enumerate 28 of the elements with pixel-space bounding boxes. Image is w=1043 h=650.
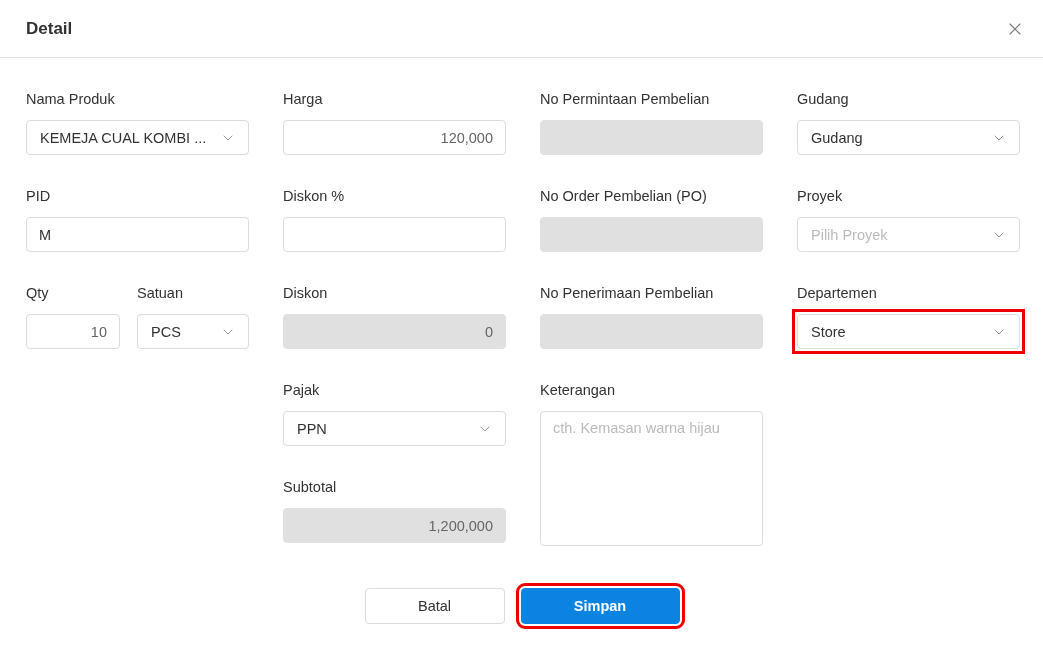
input-field[interactable]: M xyxy=(26,217,249,252)
field-label: Pajak xyxy=(283,381,320,400)
field-label: Diskon xyxy=(283,284,328,303)
number-field[interactable]: 10 xyxy=(26,314,120,349)
field-label: Nama Produk xyxy=(26,90,115,109)
number-field[interactable]: 120,000 xyxy=(283,120,506,155)
field-label: Gudang xyxy=(797,90,849,109)
field-label: Qty xyxy=(26,284,49,303)
dropdown-field[interactable]: PCS xyxy=(137,314,249,349)
field-label: No Order Pembelian (PO) xyxy=(540,187,707,206)
dropdown-field[interactable]: KEMEJA CUAL KOMBI ... xyxy=(26,120,249,155)
field-label: Proyek xyxy=(797,187,843,206)
dropdown-field[interactable]: PPN xyxy=(283,411,506,446)
field-label: Diskon % xyxy=(283,187,345,206)
dropdown-field[interactable]: Store xyxy=(797,314,1020,349)
field-label: Keterangan xyxy=(540,381,615,400)
cancel-button[interactable]: Batal xyxy=(364,588,505,624)
field-label: No Penerimaan Pembelian xyxy=(540,284,714,303)
field-label: Harga xyxy=(283,90,323,109)
dropdown-field[interactable]: Gudang xyxy=(797,120,1020,155)
field-label: No Permintaan Pembelian xyxy=(540,90,710,109)
field-label: Subtotal xyxy=(283,478,337,497)
number-field[interactable] xyxy=(283,217,506,252)
field-label: Departemen xyxy=(797,284,877,303)
field-label: PID xyxy=(26,187,51,206)
notes-field[interactable]: cth. Kemasan warna hijau xyxy=(540,411,763,546)
field-label: Satuan xyxy=(137,284,183,303)
dialog-title: Detail xyxy=(26,18,73,39)
